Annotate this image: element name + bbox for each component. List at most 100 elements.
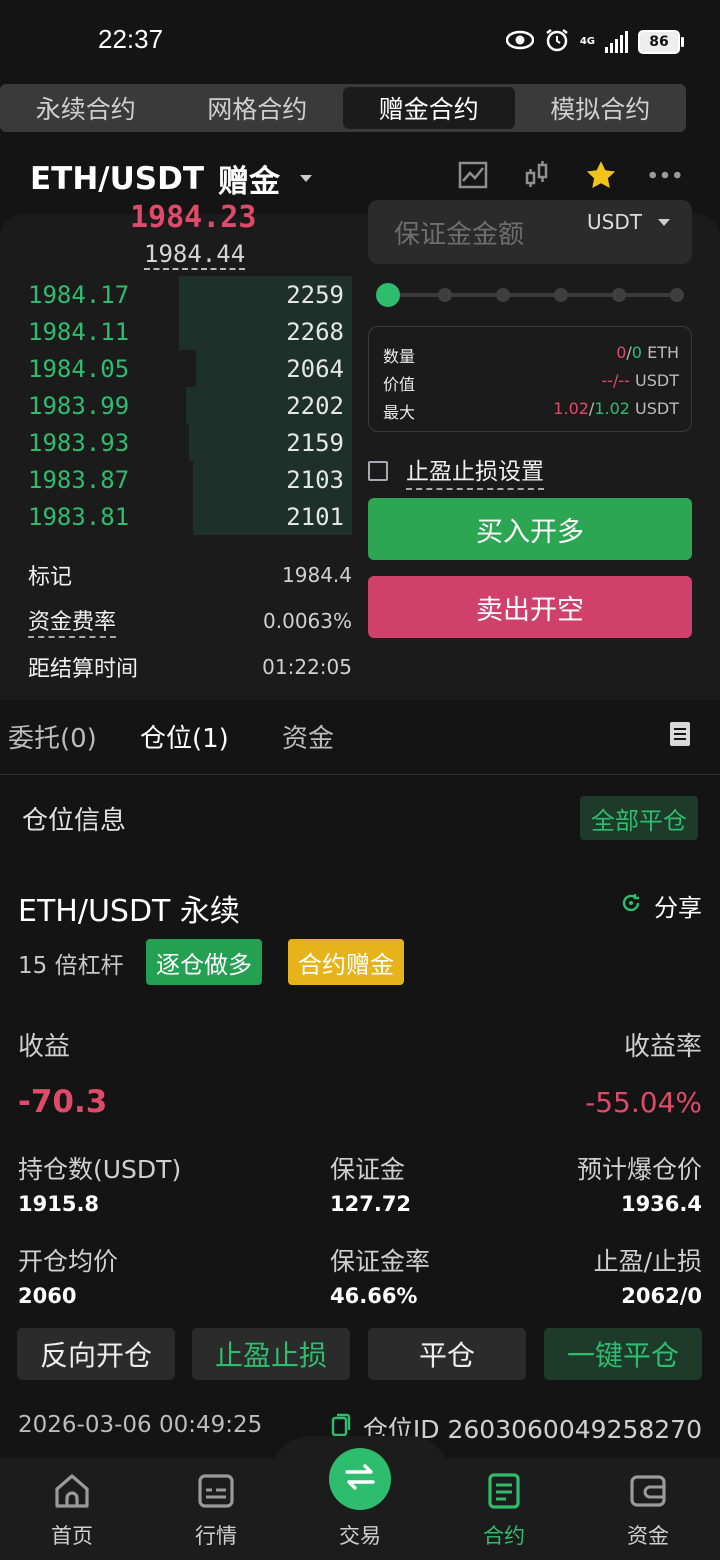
qty-value: 0/0 ETH [616,343,679,362]
nav-assets[interactable]: 资金 [576,1458,720,1560]
book-row[interactable]: 1984.05 2064 [20,350,352,387]
tpsl-info-value: 2062/0 [621,1284,702,1308]
margin-amount-input[interactable]: 保证金金额 USDT [368,200,692,264]
book-price: 1983.87 [28,465,130,494]
trade-button[interactable] [329,1448,391,1510]
book-qty: 2268 [286,317,344,346]
tpsl-button[interactable]: 止盈止损 [192,1328,350,1380]
pnl-value: -70.3 [18,1084,108,1120]
settle-value: 01:22:05 [262,655,352,679]
book-row[interactable]: 1984.11 2268 [20,313,352,350]
reverse-position-button[interactable]: 反向开仓 [17,1328,175,1380]
nav-contract[interactable]: 合约 [432,1458,576,1560]
slider-stop[interactable] [554,288,568,302]
book-qty: 2103 [286,465,344,494]
order-summary: 数量 0/0 ETH 价值 --/-- USDT 最大 1.02/1.02 US… [368,326,692,432]
amount-slider[interactable] [376,283,684,307]
mark-value: 1984.4 [282,563,352,587]
book-price: 1984.11 [28,317,130,346]
order-book: 1984.17 2259 1984.11 2268 1984.05 2064 1983… [20,276,352,535]
status-icons: 4G 86 [505,26,684,58]
book-price: 1983.81 [28,502,130,531]
book-row[interactable]: 1983.99 2202 [20,387,352,424]
margin-placeholder: 保证金金额 [394,220,525,250]
tpsl-checkbox[interactable] [368,461,388,481]
tab-grid[interactable]: 网格合约 [172,84,344,132]
tab-orders[interactable]: 委托(0) [8,718,97,755]
settle-label: 距结算时间 [28,657,139,682]
close-all-button[interactable]: 全部平仓 [580,796,698,840]
tab-assets[interactable]: 资金 [282,718,334,755]
wallet-icon [628,1472,668,1514]
nav-contract-label: 合约 [483,1524,525,1548]
tab-bonus[interactable]: 赠金合约 [343,87,515,129]
margin-value: 127.72 [330,1192,412,1216]
max-label: 最大 [383,403,416,422]
status-time: 22:37 [98,24,164,54]
tpsl-label[interactable]: 止盈止损设置 [406,452,544,490]
slider-stop[interactable] [612,288,626,302]
position-symbol: ETH/USDT 永续 [18,894,240,929]
tpsl-setting[interactable]: 止盈止损设置 [368,452,544,490]
slider-knob[interactable] [376,283,400,307]
margin-unit-select[interactable]: USDT [587,210,670,234]
candlestick-icon[interactable] [520,158,554,192]
nav-market[interactable]: 行情 [144,1458,288,1560]
mark-label: 标记 [28,565,73,590]
book-qty: 2101 [286,502,344,531]
buy-long-button[interactable]: 买入开多 [368,498,692,560]
chart-icon[interactable] [456,158,490,192]
nav-home[interactable]: 首页 [0,1458,144,1560]
share-icon [620,892,642,920]
pair-selector[interactable]: ETH/USDT 赠金 [30,156,312,201]
one-click-close-button[interactable]: 一键平仓 [544,1328,702,1380]
market-info: 标记 1984.4 资金费率 0.0063% 距结算时间 01:22:05 [28,552,352,690]
tab-positions[interactable]: 仓位(1) [140,718,229,755]
entry-price-value: 2060 [18,1284,77,1308]
chevron-down-icon [658,218,670,226]
document-icon[interactable] [670,722,690,746]
tab-perpetual[interactable]: 永续合约 [0,84,172,132]
book-row[interactable]: 1983.93 2159 [20,424,352,461]
book-row[interactable]: 1984.17 2259 [20,276,352,313]
book-row[interactable]: 1983.87 2103 [20,461,352,498]
nav-assets-label: 资金 [627,1524,669,1548]
star-icon[interactable] [584,158,618,192]
value-row: 价值 --/-- USDT [383,371,679,395]
margin-ratio-value: 46.66% [330,1284,418,1308]
header-actions [456,158,682,192]
pnl-label: 收益 [18,1032,71,1062]
mode-badge: 逐仓做多 [146,939,262,985]
slider-stop[interactable] [438,288,452,302]
sell-short-button[interactable]: 卖出开空 [368,576,692,638]
value-value: --/-- USDT [601,371,679,390]
home-icon [52,1472,92,1514]
funding-label[interactable]: 资金费率 [28,604,117,638]
share-label: 分享 [654,894,702,922]
slider-stop[interactable] [670,288,684,302]
book-qty: 2159 [286,428,344,457]
margin-ratio-label: 保证金率 [330,1247,431,1276]
slider-stop[interactable] [496,288,510,302]
book-price: 1983.99 [28,391,130,420]
book-qty: 2202 [286,391,344,420]
value-label: 价值 [383,375,416,394]
funding-rate-row: 资金费率 0.0063% [28,598,352,644]
max-row: 最大 1.02/1.02 USDT [383,399,679,423]
share-button[interactable]: 分享 [620,888,702,923]
position-tabs: 委托(0) 仓位(1) 资金 [0,700,720,775]
last-price: 1984.23 [130,200,257,235]
book-price: 1984.05 [28,354,130,383]
qty-label: 数量 [383,347,416,366]
book-qty: 2259 [286,280,344,309]
mark-price[interactable]: 1984.44 [144,240,246,270]
margin-label: 保证金 [330,1155,406,1184]
alarm-icon [544,27,570,57]
tab-demo[interactable]: 模拟合约 [515,84,687,132]
book-row[interactable]: 1983.81 2101 [20,498,352,535]
signal-icon [605,31,628,53]
contract-type-tabs: 永续合约 网格合约 赠金合约 模拟合约 [0,84,686,132]
more-icon[interactable] [648,158,682,192]
position-info-title: 仓位信息 [22,806,127,836]
close-position-button[interactable]: 平仓 [368,1328,526,1380]
